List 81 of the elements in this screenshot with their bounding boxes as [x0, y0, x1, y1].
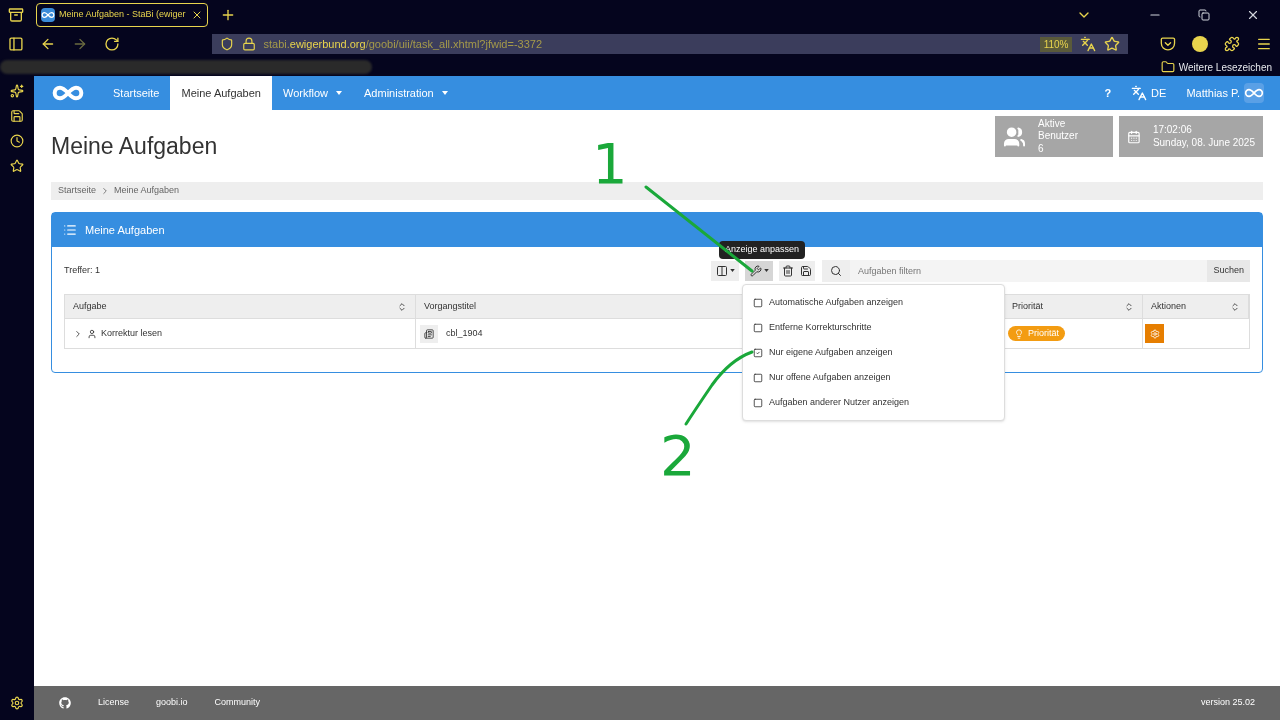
menu-option[interactable]: Aufgaben anderer Nutzer anzeigen: [743, 390, 1004, 415]
reload-icon[interactable]: [103, 36, 120, 52]
annotation-number: 1: [592, 136, 628, 192]
gear-icon: [1149, 328, 1160, 339]
sparkle-icon[interactable]: [10, 84, 24, 98]
sidebar-toggle-icon[interactable]: [8, 36, 24, 52]
tab-favicon-icon: [41, 8, 55, 22]
footer-link[interactable]: License: [98, 696, 130, 710]
stat-label: 17:02:06: [1152, 124, 1193, 137]
column-header[interactable]: Aktionen: [1143, 295, 1249, 318]
translate-icon[interactable]: [1080, 36, 1097, 52]
annotation-number: 2: [660, 428, 696, 484]
page-title: Meine Aufgaben: [51, 132, 218, 161]
restore-icon[interactable]: [1198, 9, 1210, 21]
sort-icon[interactable]: [397, 301, 407, 312]
user-avatar-icon[interactable]: [1244, 83, 1264, 103]
panel-title: Meine Aufgaben: [85, 222, 165, 238]
users-icon: [1003, 124, 1026, 149]
stat-value: 6: [1037, 142, 1045, 156]
columns-icon: [715, 264, 728, 277]
save-icon[interactable]: [10, 109, 24, 123]
process-title: cbl_1904: [446, 326, 483, 340]
search-icon: [830, 264, 842, 277]
list-icon: [63, 223, 77, 237]
url-text: stabi.ewigerbund.org/goobi/uii/task_all.xhtml?jfwid=-3372: [263, 36, 543, 52]
pocket-icon[interactable]: [1160, 36, 1177, 52]
menu-option[interactable]: Entferne Korrekturschritte: [743, 315, 1004, 340]
bookmark-star-icon[interactable]: [1104, 36, 1121, 52]
tab-title: Meine Aufgaben - StaBi (ewiger: [59, 8, 187, 22]
tooltip: Anzeige anpassen: [719, 241, 806, 259]
save-icon: [800, 264, 812, 277]
document-icon[interactable]: [420, 324, 438, 343]
browser-tab[interactable]: Meine Aufgaben - StaBi (ewiger: [36, 3, 208, 27]
checkbox[interactable]: [753, 397, 763, 408]
lock-icon: [241, 37, 256, 51]
zoom-level[interactable]: 110%: [1039, 36, 1073, 52]
wrench-icon: [749, 264, 762, 277]
new-tab-icon[interactable]: [220, 7, 236, 23]
stat-value: Sunday, 08. June 2025: [1152, 136, 1255, 149]
profile-avatar[interactable]: [1192, 36, 1209, 52]
settings-dropdown-button[interactable]: [745, 260, 773, 281]
column-header[interactable]: Aufgabe: [65, 295, 416, 318]
version-text: version 25.02: [1200, 696, 1255, 710]
footer-link[interactable]: Community: [214, 696, 261, 710]
menu-option[interactable]: Nur offene Aufgaben anzeigen: [743, 365, 1004, 390]
filter-input[interactable]: Aufgaben filtern: [850, 259, 1208, 282]
tab-list-icon[interactable]: [8, 7, 24, 23]
sort-icon[interactable]: [1124, 301, 1134, 312]
checkbox[interactable]: [753, 297, 763, 308]
trash-icon: [782, 264, 794, 277]
checkbox[interactable]: [753, 347, 763, 358]
user-icon: [87, 328, 97, 339]
caret-icon: [729, 269, 735, 272]
language-icon[interactable]: [1131, 85, 1148, 101]
task-name: Korrektur lesen: [101, 326, 163, 340]
github-icon[interactable]: [59, 697, 71, 709]
menu-icon[interactable]: [1256, 36, 1272, 52]
stat-label: Aktive Benutzer: [1037, 117, 1079, 143]
columns-button[interactable]: [711, 260, 739, 281]
sort-icon[interactable]: [1230, 301, 1240, 312]
nav-tab[interactable]: Meine Aufgaben: [170, 76, 272, 110]
priority-badge: Priorität: [1008, 326, 1065, 341]
extensions-icon[interactable]: [1224, 36, 1241, 52]
hit-count: Treffer: 1: [64, 263, 100, 277]
search-button[interactable]: Suchen: [1207, 259, 1250, 282]
settings-icon[interactable]: [10, 696, 24, 710]
bookmarks-folder[interactable]: Weitere Lesezeichen: [1178, 59, 1272, 75]
menu-option[interactable]: Nur eigene Aufgaben anzeigen: [743, 340, 1004, 365]
breadcrumb-link[interactable]: Startseite: [58, 184, 97, 198]
history-icon[interactable]: [10, 134, 24, 148]
checkbox[interactable]: [753, 372, 763, 383]
caret-icon: [763, 269, 769, 272]
checkbox[interactable]: [753, 322, 763, 333]
folder-icon: [1160, 60, 1175, 74]
expand-icon[interactable]: [73, 328, 83, 339]
star-icon[interactable]: [10, 159, 24, 173]
close-tab-icon[interactable]: [191, 9, 203, 21]
shield-icon: [219, 37, 234, 51]
address-bar[interactable]: stabi.ewigerbund.org/goobi/uii/task_all.xhtml?jfwid=-3372 110%: [211, 34, 1129, 54]
close-window-icon[interactable]: [1246, 8, 1260, 22]
footer-link[interactable]: goobi.io: [156, 696, 188, 710]
